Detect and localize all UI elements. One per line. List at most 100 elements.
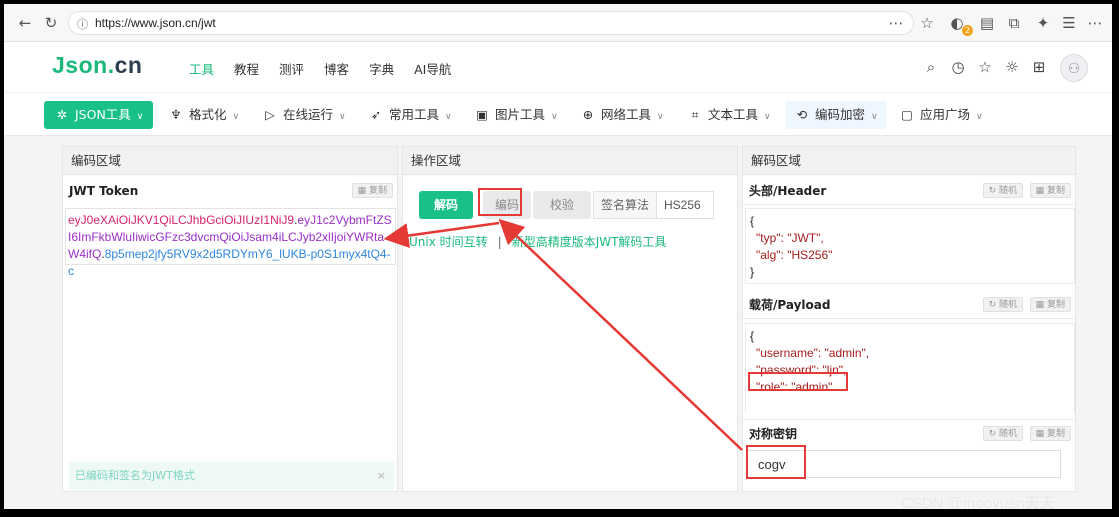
main-nav: 工具 教程 测评 博客 字典 AI导航 [189,59,471,78]
copy-payload-button[interactable]: ▦ 复制 [1029,297,1071,312]
json-line: { [750,329,755,343]
header-label-text: 头部/Header [749,184,827,198]
copy-label: 复制 [1046,186,1065,196]
site-info-icon[interactable]: ⓘ [77,16,88,32]
chevron-down-icon: ∨ [551,112,558,122]
annotation-box-role [748,372,848,391]
jwt-decoder-link[interactable]: 新型高精度版本JWT解码工具 [512,235,667,249]
star-icon[interactable]: ☆ [976,58,994,76]
random-secret-button[interactable]: ↻ 随机 [982,426,1023,441]
reading-view-icon[interactable]: ▤ [978,14,996,32]
toolbar-format[interactable]: ♆ 格式化 ∨ [168,101,239,129]
json-line: { [750,214,755,228]
toolbar-label: 常用工具 [389,107,440,122]
chevron-down-icon: ∨ [871,112,878,122]
random-label: 随机 [998,300,1017,310]
decode-panel-title: 解码区域 [743,147,1075,175]
site-header: Json.cn 工具 教程 测评 博客 字典 AI导航 ⌕ ◷ ☆ ☼ ⊞ ⚇ [4,42,1112,92]
payload-section-label: 载荷/Payload ↻ 随机 ▦ 复制 [743,291,1075,319]
verify-button[interactable]: 校验 [533,191,591,219]
site-logo[interactable]: Json.cn [52,52,142,79]
toolbar-label: 应用广场 [920,107,971,122]
screenshot-frame: ← ↻ ⓘ https://www.json.cn/jwt ⋯ ☆ ◐ 2 ▤ … [4,4,1112,509]
header-json-editor[interactable]: { "typ": "JWT", "alg": "HS256" } [745,208,1075,284]
toolbar-label: 文本工具 [708,107,759,122]
toolbar-run-online[interactable]: ▷ 在线运行 ∨ [262,101,346,129]
theme-sun-icon[interactable]: ☼ [1003,58,1021,76]
bag-icon: ▢ [901,107,913,122]
toolbar-network-tools[interactable]: ⊕ 网络工具 ∨ [580,101,664,129]
jwt-token-label-text: JWT Token [69,184,139,198]
header-section-label: 头部/Header ↻ 随机 ▦ 复制 [743,177,1075,205]
payload-label-text: 载荷/Payload [749,298,831,312]
algorithm-value: HS256 [664,198,701,212]
unix-time-link[interactable]: Unix 时间互转 [409,235,488,249]
more-options-icon[interactable]: ⋯ [887,14,905,32]
logo-dot: . [107,52,115,78]
tool-links: Unix 时间互转 | 新型高精度版本JWT解码工具 [409,233,666,250]
watermark: CSDN @mooyuan天天 [901,495,1055,509]
signature-algorithm-select[interactable]: 签名算法 HS256 [593,191,714,219]
back-arrow-icon[interactable]: ← [16,14,34,32]
decode-button[interactable]: 解码 [419,191,473,219]
address-bar[interactable]: ⓘ https://www.json.cn/jwt [68,11,914,35]
history-icon[interactable]: ◷ [949,58,967,76]
url-text: https://www.json.cn/jwt [95,16,216,30]
toolbar-label: 编码加密 [815,107,866,122]
algorithm-label: 签名算法 [594,192,657,218]
logo-main: Json [52,52,108,78]
toolbar-json-tools[interactable]: ✲ JSON工具 ∨ [44,101,154,129]
token-signature-part: 8p5mep2jfy5RV9x2d5RDYmY6_lUKB-p0S1myx4tQ… [68,247,391,278]
nav-reviews[interactable]: 测评 [279,59,304,78]
close-icon[interactable]: × [377,462,386,490]
json-line: } [750,265,755,279]
toolbar-label: 在线运行 [283,107,334,122]
play-icon: ▷ [265,107,275,122]
secret-label-text: 对称密钥 [749,427,798,441]
chevron-down-icon: ∨ [445,112,452,122]
search-icon[interactable]: ⌕ [922,58,940,76]
image-icon: ▣ [476,107,488,122]
toolbar-image-tools[interactable]: ▣ 图片工具 ∨ [474,101,558,129]
operation-panel: 操作区域 解码 编码 校验 签名算法 HS256 Unix 时间互转 | 新型高精度… [402,146,738,492]
logo-suffix: cn [114,52,143,78]
user-avatar[interactable]: ⚇ [1060,54,1088,82]
encode-panel-title: 编码区域 [63,147,397,175]
chevron-down-icon: ∨ [657,112,664,122]
apps-grid-icon[interactable]: ⊞ [1030,58,1048,76]
annotation-box-secret [746,445,806,479]
tabs-icon[interactable]: ⧉ [1005,14,1023,32]
copy-label: 复制 [1046,300,1065,310]
extensions-puzzle-icon[interactable]: ✦ [1034,14,1052,32]
random-header-button[interactable]: ↻ 随机 [982,183,1023,198]
encode-panel: 编码区域 JWT Token ▦ 复制 eyJ0eXAiOiJKV1QiLCJh… [62,146,398,492]
copy-header-button[interactable]: ▦ 复制 [1029,183,1071,198]
json-line: "typ": "JWT", [756,231,824,245]
chevron-down-icon: ∨ [339,112,346,122]
toolbar-encode-encrypt[interactable]: ⟲ 编码加密 ∨ [786,101,886,129]
nav-blog[interactable]: 博客 [324,59,349,78]
browser-menu-icon[interactable]: ⋯ [1086,14,1104,32]
toolbar-common-tools[interactable]: ➶ 常用工具 ∨ [368,101,452,129]
favorite-star-icon[interactable]: ☆ [918,14,936,32]
copy-token-button[interactable]: ▦ 复制 [351,183,393,198]
chevron-down-icon: ∨ [764,112,771,122]
toolbar-label: 图片工具 [495,107,546,122]
brush-icon: ♆ [170,107,182,122]
chevron-down-icon: ∨ [136,112,144,122]
nav-tutorials[interactable]: 教程 [234,59,259,78]
reload-icon[interactable]: ↻ [42,14,60,32]
toolbar-text-tools[interactable]: ⌗ 文本工具 ∨ [687,101,771,129]
jwt-token-textarea[interactable]: eyJ0eXAiOiJKV1QiLCJhbGciOiJIUzI1NiJ9.eyJ… [65,208,396,278]
random-label: 随机 [998,429,1017,439]
payload-json-editor[interactable]: { "username": "admin", "password": "ljn"… [745,323,1075,413]
nav-dictionary[interactable]: 字典 [369,59,394,78]
json-line: "alg": "HS256" [756,248,833,262]
copy-secret-button[interactable]: ▦ 复制 [1029,426,1071,441]
favorites-list-icon[interactable]: ☰ [1060,14,1078,32]
nav-tools[interactable]: 工具 [189,59,214,78]
nav-ai[interactable]: AI导航 [414,59,451,78]
random-payload-button[interactable]: ↻ 随机 [982,297,1023,312]
toolbar-label: 网络工具 [601,107,652,122]
toolbar-app-square[interactable]: ▢ 应用广场 ∨ [899,101,983,129]
